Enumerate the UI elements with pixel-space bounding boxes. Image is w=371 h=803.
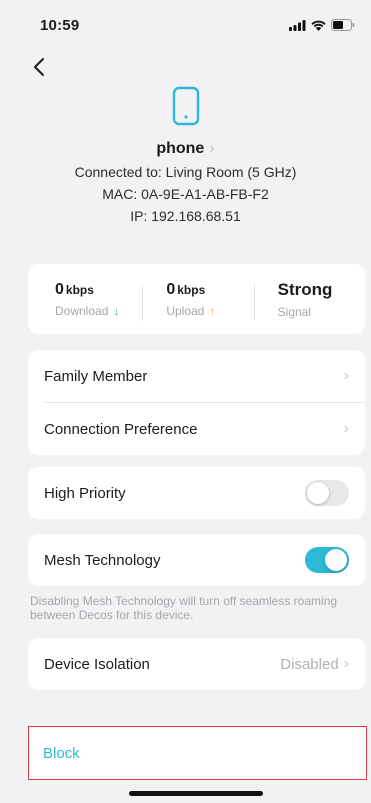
high-priority-label: High Priority — [44, 484, 126, 502]
ip-address-text: IP: 192.168.68.51 — [130, 208, 241, 224]
signal-stat: Strong Signal — [253, 279, 365, 320]
device-isolation-label: Device Isolation — [44, 655, 150, 673]
battery-icon — [331, 19, 355, 31]
mesh-technology-label: Mesh Technology — [44, 551, 161, 569]
status-time: 10:59 — [40, 16, 80, 34]
chevron-right-icon: › — [343, 420, 349, 437]
block-button[interactable]: Block — [28, 726, 367, 780]
phone-icon — [172, 86, 199, 126]
download-unit: kbps — [65, 282, 94, 297]
family-member-label: Family Member — [44, 367, 148, 385]
mesh-technology-card: Mesh Technology — [28, 534, 365, 586]
toggle-knob — [325, 549, 347, 571]
high-priority-card: High Priority — [28, 467, 365, 519]
signal-icon — [289, 19, 306, 31]
download-value: 0 — [55, 280, 64, 298]
connection-preference-row[interactable]: Connection Preference › — [28, 403, 365, 455]
device-header: phone › Connected to: Living Room (5 GHz… — [0, 86, 371, 224]
device-isolation-row[interactable]: Device Isolation Disabled › — [28, 638, 365, 690]
mesh-technology-toggle[interactable] — [305, 547, 349, 573]
device-isolation-card: Device Isolation Disabled › — [28, 638, 365, 690]
connection-preference-label: Connection Preference — [44, 420, 198, 438]
device-menu-card: Family Member › Connection Preference › — [28, 350, 365, 455]
download-label: Download — [55, 303, 109, 318]
chevron-right-icon: › — [209, 140, 215, 157]
family-member-row[interactable]: Family Member › — [28, 350, 365, 402]
home-indicator — [129, 791, 263, 796]
mac-address-text: MAC: 0A-9E-A1-AB-FB-F2 — [102, 186, 269, 202]
traffic-stats-card: 0 kbps Download ↓ 0 kbps Upload ↑ Strong S… — [28, 264, 365, 334]
wifi-icon — [311, 20, 326, 31]
upload-stat: 0 kbps Upload ↑ — [142, 280, 253, 321]
status-icons — [289, 19, 355, 31]
block-label: Block — [43, 744, 80, 762]
device-name-link[interactable]: phone › — [156, 140, 214, 158]
chevron-right-icon: › — [343, 367, 349, 384]
mesh-technology-note: Disabling Mesh Technology will turn off … — [30, 594, 338, 622]
chevron-left-icon — [34, 58, 44, 76]
high-priority-toggle[interactable] — [305, 480, 349, 506]
arrow-down-icon: ↓ — [113, 303, 120, 318]
high-priority-row: High Priority — [28, 467, 365, 519]
status-bar: 10:59 — [0, 0, 371, 50]
device-isolation-value: Disabled — [280, 655, 339, 673]
mesh-technology-row: Mesh Technology — [28, 534, 365, 586]
toggle-knob — [307, 482, 329, 504]
upload-label: Upload — [166, 303, 205, 318]
signal-value: Strong — [277, 279, 333, 299]
device-name: phone — [156, 140, 205, 157]
chevron-right-icon: › — [343, 655, 349, 672]
back-button[interactable] — [26, 54, 52, 80]
upload-unit: kbps — [177, 282, 206, 297]
signal-label: Signal — [277, 304, 312, 319]
upload-value: 0 — [166, 280, 176, 298]
download-stat: 0 kbps Download ↓ — [28, 281, 142, 318]
arrow-up-icon: ↑ — [209, 303, 216, 318]
connected-to-text: Connected to: Living Room (5 GHz) — [74, 164, 297, 180]
